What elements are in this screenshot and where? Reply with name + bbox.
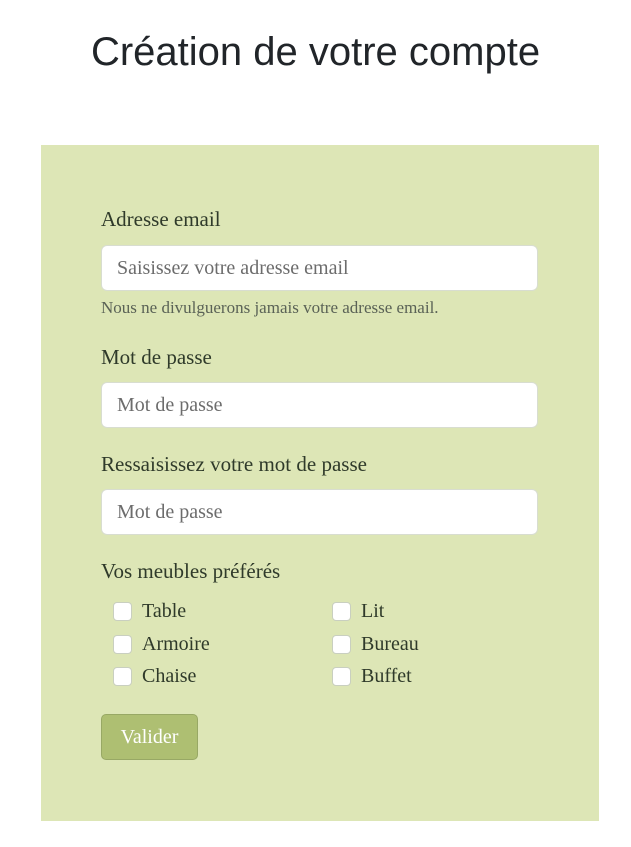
password-confirm-field[interactable] <box>101 489 538 535</box>
checkbox-label-table: Table <box>142 600 187 622</box>
submit-button[interactable]: Valider <box>101 714 198 760</box>
checkbox-row-lit[interactable]: Lit <box>332 599 384 623</box>
email-label: Adresse email <box>101 207 221 231</box>
checkbox-row-buffet[interactable]: Buffet <box>332 664 412 688</box>
checkbox-label-bureau: Bureau <box>361 633 419 655</box>
checkbox-row-chaise[interactable]: Chaise <box>113 664 196 688</box>
email-help-text: Nous ne divulguerons jamais votre adress… <box>101 298 439 317</box>
password-confirm-label: Ressaisissez votre mot de passe <box>101 452 367 476</box>
checkbox-armoire[interactable] <box>113 634 132 654</box>
checkbox-row-table[interactable]: Table <box>113 599 186 623</box>
checkbox-bureau[interactable] <box>332 634 351 654</box>
checkbox-label-chaise: Chaise <box>142 665 197 687</box>
checkbox-table[interactable] <box>113 601 132 621</box>
password-field[interactable] <box>101 382 538 428</box>
furniture-label: Vos meubles préférés <box>101 559 281 583</box>
checkbox-label-buffet: Buffet <box>361 665 412 687</box>
password-label: Mot de passe <box>101 345 212 369</box>
checkbox-lit[interactable] <box>332 601 351 621</box>
checkbox-label-lit: Lit <box>361 600 385 622</box>
checkbox-chaise[interactable] <box>113 666 132 686</box>
checkbox-row-bureau[interactable]: Bureau <box>332 632 419 656</box>
checkbox-label-armoire: Armoire <box>142 633 210 655</box>
page-title: Création de votre compte <box>90 30 541 74</box>
checkbox-buffet[interactable] <box>332 666 351 686</box>
email-field[interactable] <box>101 245 538 291</box>
checkbox-row-armoire[interactable]: Armoire <box>113 632 210 656</box>
account-form: Adresse email Nous ne divulguerons jamai… <box>41 145 599 821</box>
